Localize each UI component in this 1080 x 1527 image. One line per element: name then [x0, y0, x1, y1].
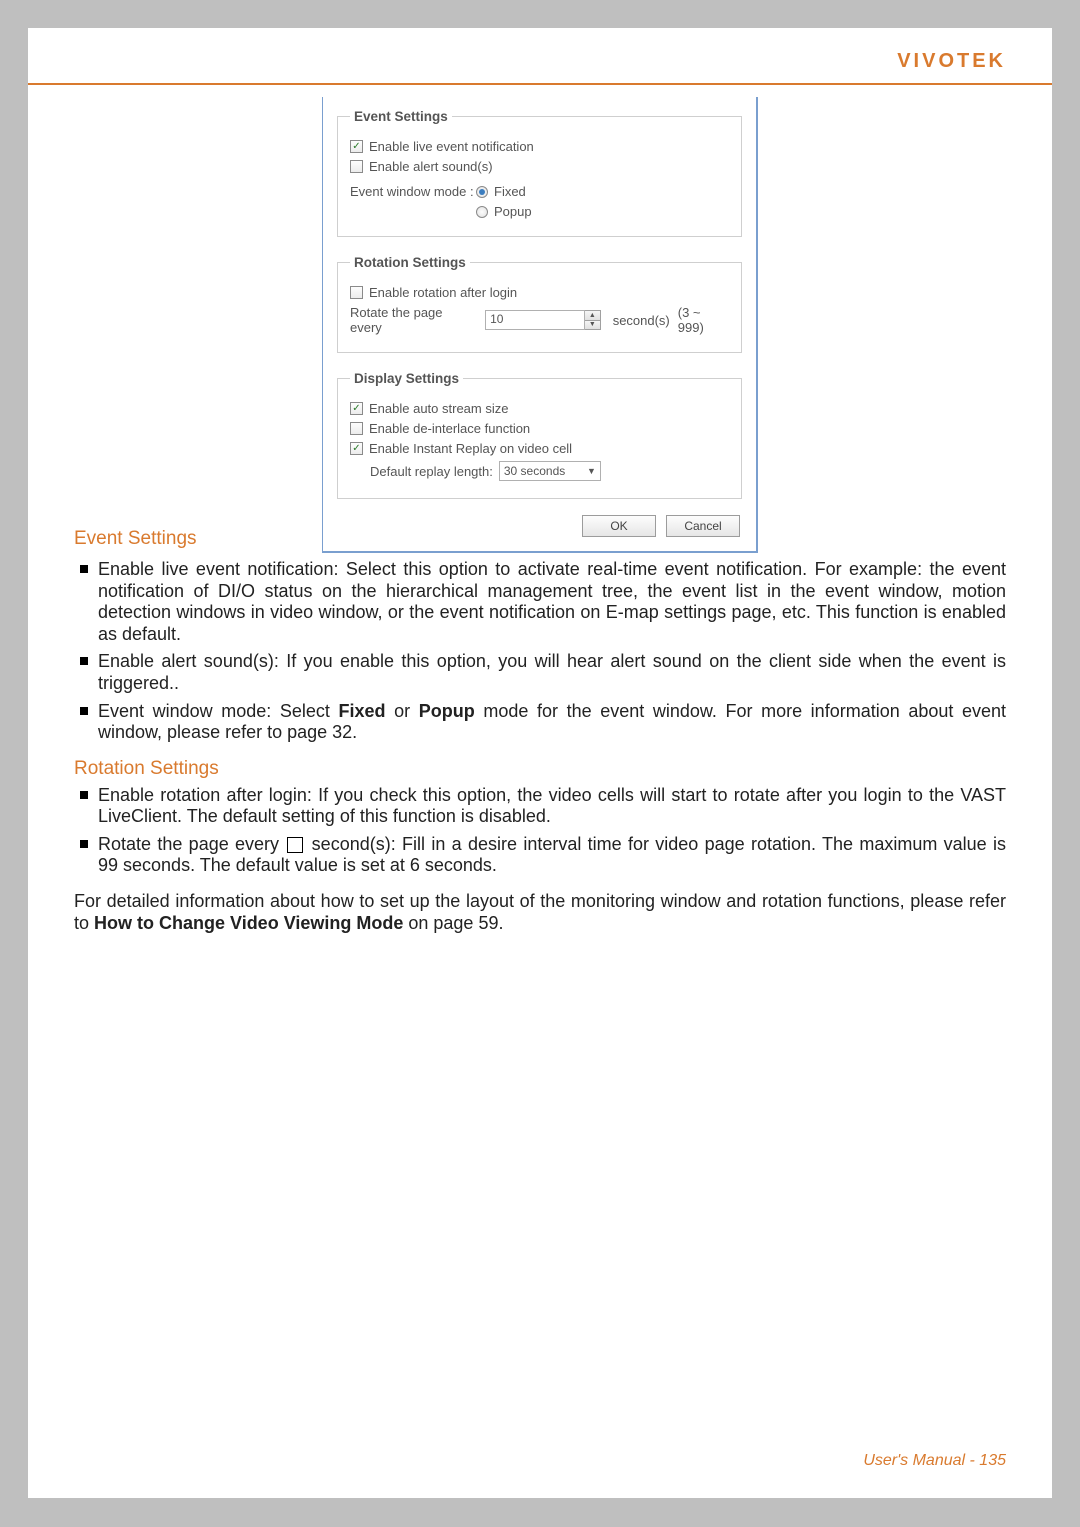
page-footer: User's Manual - 135 [863, 1452, 1006, 1470]
rotate-range-label: (3 ~ 999) [678, 305, 729, 335]
auto-stream-checkbox[interactable] [350, 402, 363, 415]
enable-rotation-label: Enable rotation after login [369, 285, 517, 300]
ok-button[interactable]: OK [582, 515, 656, 537]
auto-stream-label: Enable auto stream size [369, 401, 508, 416]
inline-box-icon [287, 837, 303, 853]
event-settings-group: Event Settings Enable live event notific… [337, 109, 742, 237]
cancel-button[interactable]: Cancel [666, 515, 740, 537]
event-mode-popup-radio[interactable] [476, 206, 488, 218]
enable-alert-sounds-label: Enable alert sound(s) [369, 159, 493, 174]
enable-live-notification-label: Enable live event notification [369, 139, 534, 154]
rotation-bullet-1: Enable rotation after login: If you chec… [74, 785, 1006, 828]
page-header: VIVOTEK [28, 28, 1052, 85]
replay-length-select[interactable]: 30 seconds ▼ [499, 461, 601, 481]
rotate-interval-input[interactable]: 10 [485, 310, 585, 330]
event-bullet-2: Enable alert sound(s): If you enable thi… [74, 651, 1006, 694]
settings-dialog: Event Settings Enable live event notific… [322, 97, 758, 553]
replay-length-label: Default replay length: [370, 464, 493, 479]
rotate-every-label: Rotate the page every [350, 305, 475, 335]
rotate-interval-spinner[interactable]: ▲ ▼ [585, 310, 601, 330]
rotation-settings-legend: Rotation Settings [350, 255, 470, 270]
event-mode-popup-label: Popup [494, 204, 532, 219]
spin-down-icon[interactable]: ▼ [585, 321, 600, 330]
instant-replay-label: Enable Instant Replay on video cell [369, 441, 572, 456]
instant-replay-checkbox[interactable] [350, 442, 363, 455]
rotation-bullet-2: Rotate the page every second(s): Fill in… [74, 834, 1006, 877]
enable-rotation-checkbox[interactable] [350, 286, 363, 299]
reference-paragraph: For detailed information about how to se… [74, 891, 1006, 934]
brand-logo: VIVOTEK [897, 50, 1006, 72]
event-bullet-1: Enable live event notification: Select t… [74, 559, 1006, 645]
deinterlace-label: Enable de-interlace function [369, 421, 530, 436]
event-bullet-3: Event window mode: Select Fixed or Popup… [74, 701, 1006, 744]
event-mode-fixed-radio[interactable] [476, 186, 488, 198]
event-mode-fixed-label: Fixed [494, 184, 526, 199]
enable-alert-sounds-checkbox[interactable] [350, 160, 363, 173]
enable-live-notification-checkbox[interactable] [350, 140, 363, 153]
event-settings-heading: Event Settings [74, 528, 197, 550]
rotate-unit-label: second(s) [613, 313, 670, 328]
event-window-mode-label: Event window mode : [350, 184, 476, 199]
deinterlace-checkbox[interactable] [350, 422, 363, 435]
replay-length-value: 30 seconds [504, 464, 565, 478]
spin-up-icon[interactable]: ▲ [585, 311, 600, 321]
display-settings-group: Display Settings Enable auto stream size… [337, 371, 742, 499]
event-settings-legend: Event Settings [350, 109, 452, 124]
rotation-settings-heading: Rotation Settings [74, 758, 1006, 781]
rotation-settings-group: Rotation Settings Enable rotation after … [337, 255, 742, 353]
display-settings-legend: Display Settings [350, 371, 463, 386]
dropdown-arrow-icon: ▼ [587, 466, 596, 476]
